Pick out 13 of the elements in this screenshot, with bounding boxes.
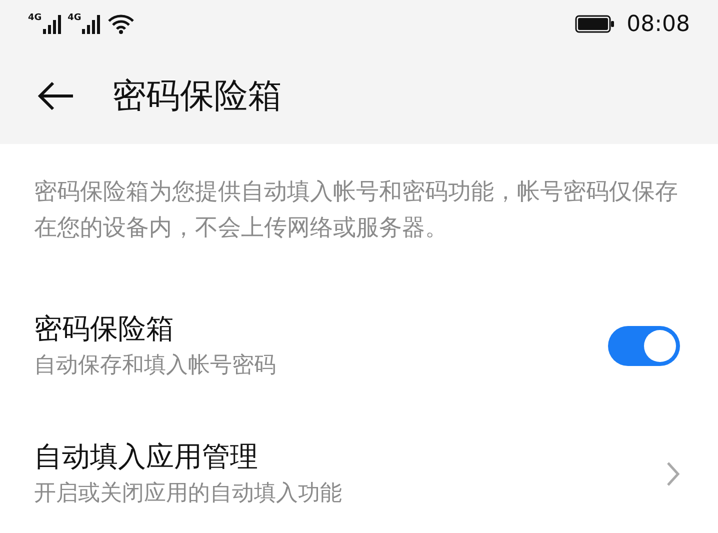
network-label: 4G (68, 14, 82, 23)
wifi-icon (107, 13, 136, 35)
description-text: 密码保险箱为您提供自动填入帐号和密码功能，帐号密码仅保存在您的设备内，不会上传网络或服务器。 (34, 178, 679, 243)
setting-subtitle: 自动保存和填入帐号密码 (34, 352, 277, 380)
battery-icon (574, 15, 615, 33)
clock-time: 08:08 (626, 10, 690, 38)
network-label: 4G (28, 14, 42, 23)
setting-title: 密码保险箱 (34, 311, 175, 347)
page-title: 密码保险箱 (112, 74, 282, 118)
setting-title: 自动填入应用管理 (34, 439, 259, 475)
chevron-right-icon (666, 461, 680, 487)
toggle-switch[interactable] (608, 326, 680, 366)
setting-subtitle: 开启或关闭应用的自动填入功能 (34, 480, 343, 508)
